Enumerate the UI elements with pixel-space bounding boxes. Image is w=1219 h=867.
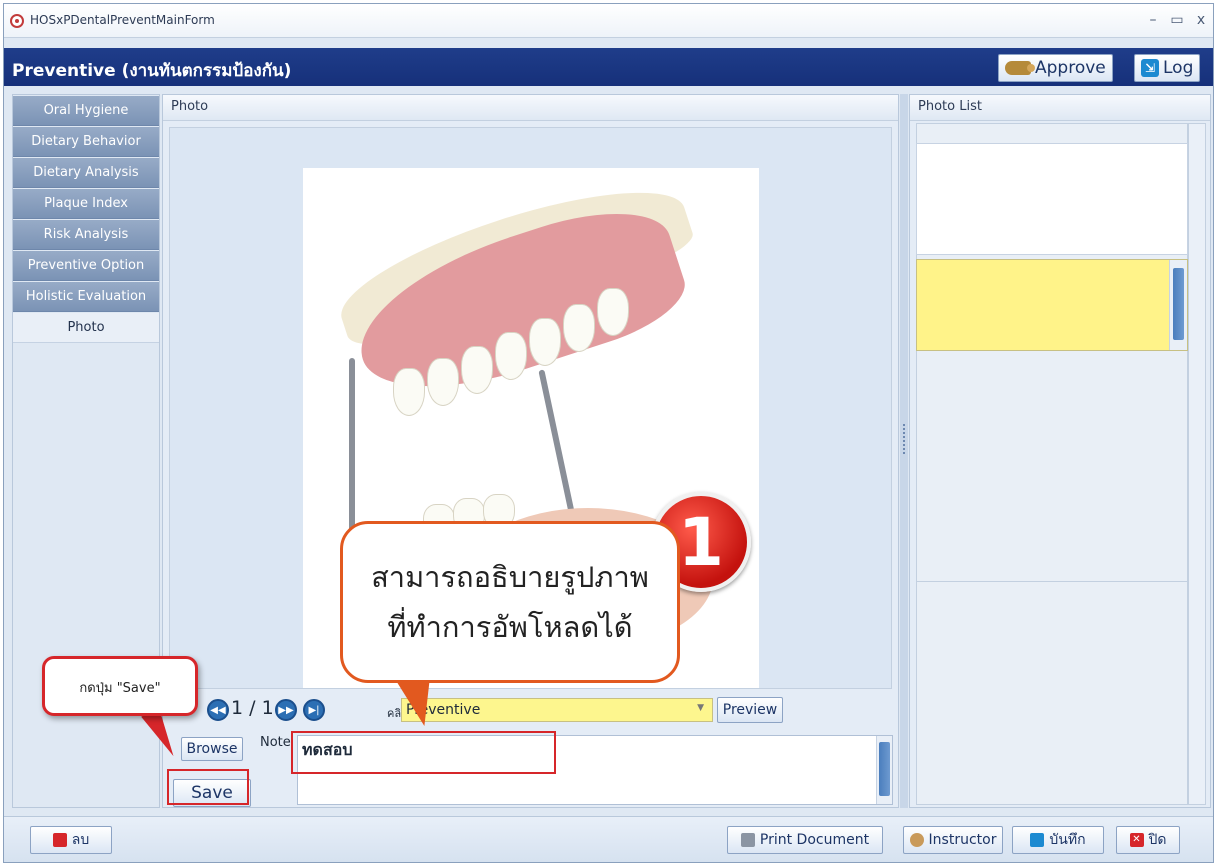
close-button[interactable]: ✕ ปิด: [1116, 826, 1180, 854]
approve-button[interactable]: Approve: [998, 54, 1113, 82]
log-button[interactable]: ⇲ Log: [1134, 54, 1201, 82]
photo-list-panel: Photo List: [909, 94, 1211, 808]
sidebar-item-dietary-analysis[interactable]: Dietary Analysis: [13, 158, 159, 188]
description-callout: สามารถอธิบายรูปภาพ ที่ทำการอัพโหลดได้: [340, 521, 680, 683]
title-bar: HOSxPDentalPreventMainForm – ▭ x: [4, 4, 1213, 38]
footer-toolbar: ลบ Print Document Instructor บันทึก ✕ ปิ…: [4, 816, 1213, 862]
last-page-button[interactable]: ▶|: [303, 699, 325, 721]
note-textarea[interactable]: ทดสอบ: [297, 735, 893, 805]
note-label: Note: [260, 735, 291, 750]
approve-label: Approve: [1035, 58, 1106, 78]
item-scrollbar[interactable]: [1169, 260, 1187, 350]
minimize-button[interactable]: –: [1144, 12, 1162, 28]
callout-line-1: สามารถอธิบายรูปภาพ: [371, 560, 649, 594]
maximize-button[interactable]: ▭: [1168, 12, 1186, 28]
app-window: HOSxPDentalPreventMainForm – ▭ x Prevent…: [3, 3, 1214, 863]
note-value: ทดสอบ: [302, 740, 353, 759]
sidebar-item-preventive-option[interactable]: Preventive Option: [13, 251, 159, 281]
close-window-button[interactable]: x: [1192, 12, 1210, 28]
next-page-button[interactable]: ▶▶: [275, 699, 297, 721]
photo-panel-header: Photo: [163, 95, 898, 121]
handshake-icon: [1005, 61, 1035, 75]
record-button[interactable]: บันทึก: [1012, 826, 1104, 854]
printer-icon: [740, 833, 755, 847]
page-indicator: 1 / 1: [231, 697, 274, 719]
record-label: บันทึก: [1049, 832, 1086, 848]
save-hint-callout: กดปุ่ม "Save": [42, 656, 198, 716]
print-label: Print Document: [759, 832, 870, 848]
panel-splitter[interactable]: [900, 94, 908, 808]
callout-line-2: ที่ทำการอัพโหลดได้: [387, 610, 633, 644]
logout-icon: ⇲: [1141, 59, 1159, 77]
person-icon: [909, 833, 924, 847]
sidebar-item-oral-hygiene[interactable]: Oral Hygiene: [13, 96, 159, 126]
photo-list-header: Photo List: [910, 95, 1210, 121]
instructor-label: Instructor: [928, 832, 997, 848]
delete-label: ลบ: [71, 832, 90, 848]
first-page-button[interactable]: ◀◀: [207, 699, 229, 721]
save-disk-icon: [1030, 833, 1045, 847]
sidebar-item-holistic-evaluation[interactable]: Holistic Evaluation: [13, 282, 159, 312]
form-header: Preventive (งานทันตกรรมป้องกัน) Approve …: [4, 48, 1213, 86]
note-scrollbar[interactable]: [876, 736, 892, 804]
photo-list-item[interactable]: [916, 143, 1188, 255]
print-document-button[interactable]: Print Document: [727, 826, 883, 854]
sidebar-item-photo[interactable]: Photo: [13, 313, 159, 343]
sidebar-item-plaque-index[interactable]: Plaque Index: [13, 189, 159, 219]
log-label: Log: [1163, 58, 1194, 78]
app-icon: [10, 14, 24, 28]
instructor-button[interactable]: Instructor: [903, 826, 1003, 854]
photo-list-scrollbar[interactable]: [1188, 123, 1206, 805]
photo-navigation: ◀◀ 1 / 1 ▶▶ ▶| คลินิก Preventive ▼ Previ…: [163, 691, 898, 727]
divider: [916, 581, 1188, 582]
save-button[interactable]: Save: [173, 779, 251, 807]
clinic-dropdown[interactable]: Preventive ▼: [401, 698, 713, 722]
page-title: Preventive (งานทันตกรรมป้องกัน): [12, 61, 292, 81]
preview-button[interactable]: Preview: [717, 697, 783, 723]
close-icon: ✕: [1129, 833, 1144, 847]
photo-list-item-selected[interactable]: [916, 259, 1188, 351]
browse-button[interactable]: Browse: [181, 737, 243, 761]
chevron-down-icon: ▼: [697, 703, 704, 713]
trash-icon: [52, 833, 67, 847]
sidebar-item-dietary-behavior[interactable]: Dietary Behavior: [13, 127, 159, 157]
photo-panel: Photo ◀◀ 1 / 1 ▶▶ ▶| Preventive ▼ Previe…: [162, 94, 899, 808]
close-label: ปิด: [1148, 832, 1167, 848]
delete-button[interactable]: ลบ: [30, 826, 112, 854]
sidebar-item-risk-analysis[interactable]: Risk Analysis: [13, 220, 159, 250]
window-title: HOSxPDentalPreventMainForm: [30, 13, 215, 27]
